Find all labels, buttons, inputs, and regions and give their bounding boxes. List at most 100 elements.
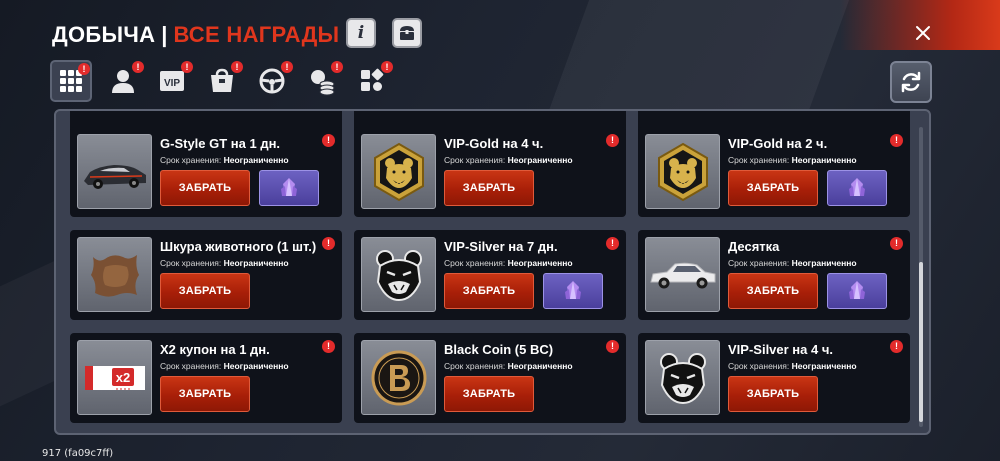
storage-info: Срок хранения: Неограниченно xyxy=(728,155,857,165)
crystal-icon xyxy=(281,178,297,196)
claim-button[interactable]: ЗАБРАТЬ xyxy=(160,376,250,412)
close-button[interactable] xyxy=(910,20,936,46)
chest-button[interactable] xyxy=(392,18,422,48)
reward-image xyxy=(645,134,720,209)
reward-card: x2 X2 купон на 1 дн. Срок хранения: Неог… xyxy=(70,333,342,423)
tab-vehicles[interactable]: ! xyxy=(251,60,293,102)
reward-title: G-Style GT на 1 дн. xyxy=(160,136,281,151)
crystal-button[interactable] xyxy=(259,170,319,206)
storage-info: Срок хранения: Неограниченно xyxy=(444,361,573,371)
storage-value: Неограниченно xyxy=(791,361,857,371)
storage-info: Срок хранения: Неограниченно xyxy=(728,258,857,268)
reward-card: VIP-Silver на 4 ч. Срок хранения: Неогра… xyxy=(638,333,910,423)
reward-image xyxy=(361,134,436,209)
reward-card: G-Style GT на 1 дн. Срок хранения: Неогр… xyxy=(70,127,342,217)
gold-bear-icon xyxy=(657,142,708,201)
storage-label: Срок хранения: xyxy=(160,361,222,371)
reward-card: Шкура животного (1 шт.) Срок хранения: Н… xyxy=(70,230,342,320)
reward-image xyxy=(645,340,720,415)
notification-badge: ! xyxy=(381,61,393,73)
close-icon xyxy=(916,26,930,40)
notification-badge: ! xyxy=(606,340,619,353)
reward-card: Black Coin (5 BC) Срок хранения: Неогран… xyxy=(354,333,626,423)
reward-image xyxy=(361,237,436,312)
coupon-text: x2 xyxy=(115,370,129,385)
scrollbar[interactable] xyxy=(919,127,923,427)
tab-currency[interactable]: ! xyxy=(301,60,343,102)
storage-value: Неограниченно xyxy=(507,155,573,165)
scrollbar-thumb[interactable] xyxy=(919,262,923,422)
tab-accessories[interactable]: ! xyxy=(201,60,243,102)
notification-badge: ! xyxy=(890,237,903,250)
storage-value: Неограниченно xyxy=(791,258,857,268)
notification-badge: ! xyxy=(281,61,293,73)
crystal-button[interactable] xyxy=(827,273,887,309)
page-title: ДОБЫЧА | ВСЕ НАГРАДЫ xyxy=(52,20,339,50)
chest-icon xyxy=(400,26,414,40)
claim-button[interactable]: ЗАБРАТЬ xyxy=(160,170,250,206)
reward-title: Десятка xyxy=(728,239,780,254)
vip-label: VIP xyxy=(164,78,180,89)
silver-bear-icon xyxy=(659,352,706,404)
storage-info: Срок хранения: Неограниченно xyxy=(160,155,289,165)
info-button[interactable]: i xyxy=(346,18,376,48)
storage-info: Срок хранения: Неограниченно xyxy=(444,155,573,165)
animal-hide-icon xyxy=(90,254,139,297)
storage-label: Срок хранения: xyxy=(728,361,790,371)
notification-badge: ! xyxy=(606,134,619,147)
notification-badge: ! xyxy=(322,340,335,353)
notification-badge: ! xyxy=(606,237,619,250)
reward-card: VIP-Gold на 4 ч. Срок хранения: Неограни… xyxy=(354,127,626,217)
build-version: 917 (fa09c7ff) xyxy=(42,448,114,459)
rewards-panel: G-Style GT на 1 дн. Срок хранения: Неогр… xyxy=(54,109,931,435)
storage-label: Срок хранения: xyxy=(444,258,506,268)
claim-button[interactable]: ЗАБРАТЬ xyxy=(728,273,818,309)
reward-card: VIP-Gold на 2 ч. Срок хранения: Неограни… xyxy=(638,127,910,217)
storage-label: Срок хранения: xyxy=(728,155,790,165)
tab-character[interactable]: ! xyxy=(102,60,144,102)
storage-info: Срок хранения: Неограниченно xyxy=(160,258,289,268)
claim-button[interactable]: ЗАБРАТЬ xyxy=(444,170,534,206)
title-all-rewards: ВСЕ НАГРАДЫ xyxy=(173,22,340,47)
claim-button[interactable]: ЗАБРАТЬ xyxy=(444,273,534,309)
reward-image xyxy=(645,237,720,312)
storage-value: Неограниченно xyxy=(223,361,289,371)
notification-badge: ! xyxy=(181,61,193,73)
notification-badge: ! xyxy=(322,134,335,147)
gold-bear-icon xyxy=(373,142,424,201)
info-icon: i xyxy=(357,23,365,43)
crystal-button[interactable] xyxy=(827,170,887,206)
crystal-icon xyxy=(849,281,865,299)
storage-info: Срок хранения: Неограниченно xyxy=(160,361,289,371)
sports-car-icon xyxy=(83,164,146,189)
reward-image xyxy=(361,340,436,415)
title-separator: | xyxy=(161,22,168,47)
claim-button[interactable]: ЗАБРАТЬ xyxy=(728,170,818,206)
crystal-icon xyxy=(565,281,581,299)
storage-info: Срок хранения: Неограниченно xyxy=(444,258,573,268)
reward-card: VIP-Silver на 7 дн. Срок хранения: Неогр… xyxy=(354,230,626,320)
notification-badge: ! xyxy=(132,61,144,73)
notification-badge: ! xyxy=(78,63,90,75)
refresh-button[interactable] xyxy=(890,61,932,103)
claim-button[interactable]: ЗАБРАТЬ xyxy=(160,273,250,309)
tab-vip[interactable]: VIP ! xyxy=(151,60,193,102)
crystal-button[interactable] xyxy=(543,273,603,309)
notification-badge: ! xyxy=(890,340,903,353)
tab-all[interactable]: ! xyxy=(50,60,92,102)
storage-label: Срок хранения: xyxy=(728,258,790,268)
storage-value: Неограниченно xyxy=(507,361,573,371)
reward-title: Шкура животного (1 шт.) xyxy=(160,239,317,254)
reward-title: VIP-Silver на 4 ч. xyxy=(728,342,834,357)
storage-label: Срок хранения: xyxy=(160,258,222,268)
claim-button[interactable]: ЗАБРАТЬ xyxy=(444,376,534,412)
silver-bear-icon xyxy=(375,249,422,301)
reward-title: VIP-Gold на 4 ч. xyxy=(444,136,544,151)
tab-other[interactable]: ! xyxy=(351,60,393,102)
storage-value: Неограниченно xyxy=(223,258,289,268)
storage-value: Неограниченно xyxy=(791,155,857,165)
claim-button[interactable]: ЗАБРАТЬ xyxy=(728,376,818,412)
storage-label: Срок хранения: xyxy=(444,155,506,165)
notification-badge: ! xyxy=(231,61,243,73)
storage-value: Неограниченно xyxy=(507,258,573,268)
